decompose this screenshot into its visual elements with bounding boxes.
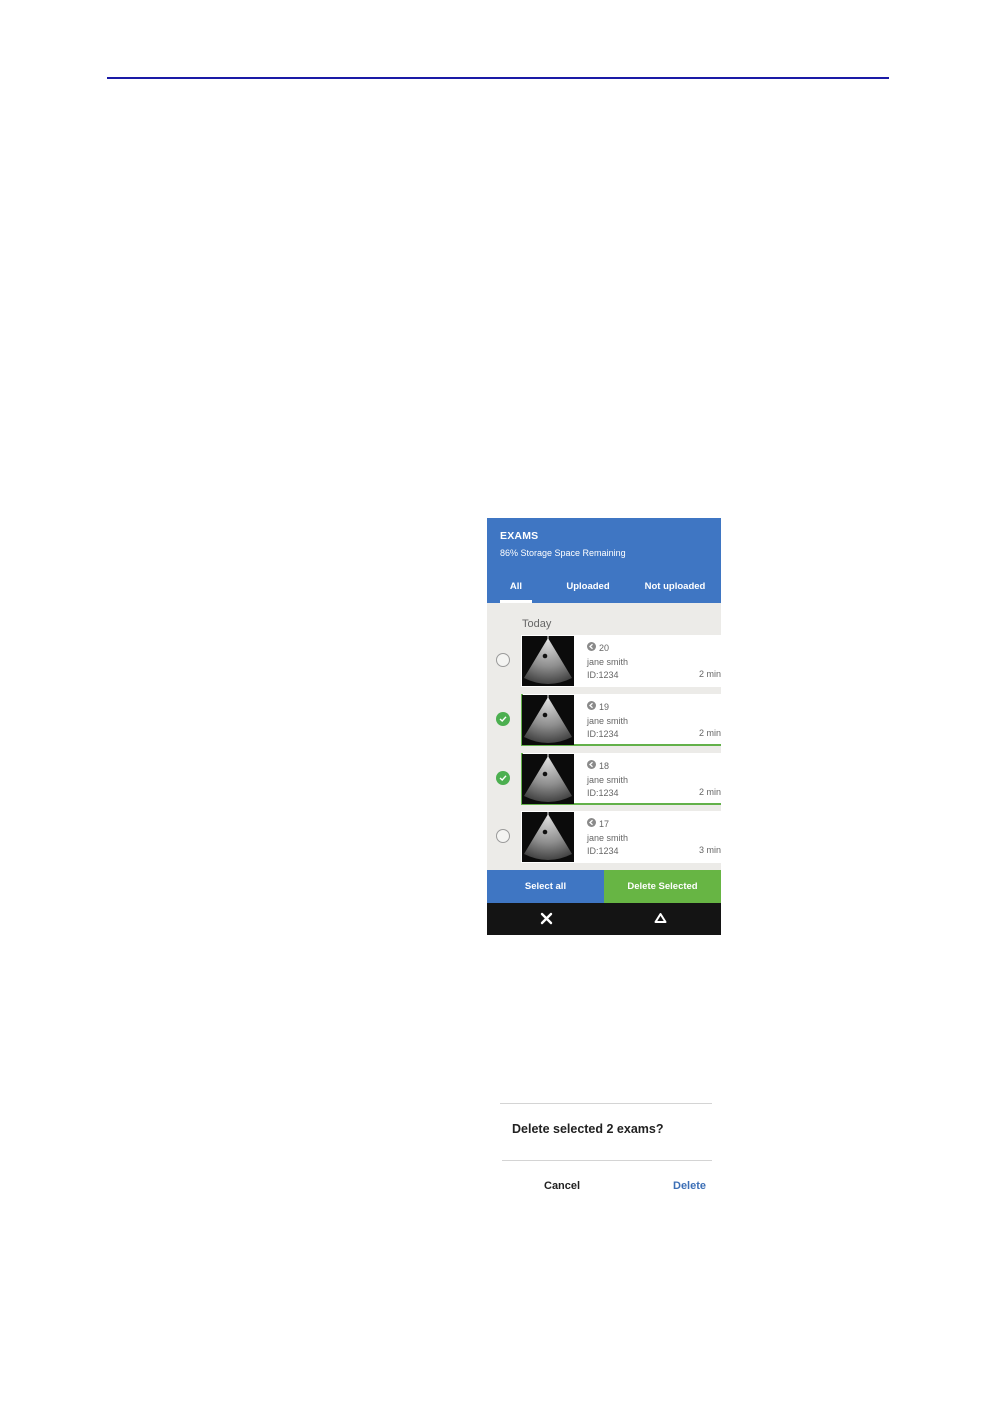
exam-row[interactable]: 19 jane smith ID:1234 2 min <box>487 694 721 748</box>
close-icon[interactable] <box>540 912 553 930</box>
exam-row[interactable]: 20 jane smith ID:1234 2 min <box>487 635 721 689</box>
exam-status-icon <box>587 642 596 656</box>
app-header: EXAMS 86% Storage Space Remaining <box>487 518 721 570</box>
patient-name: jane smith <box>587 832 629 843</box>
delete-selected-button[interactable]: Delete Selected <box>604 870 721 903</box>
patient-id: ID:1234 <box>587 670 619 680</box>
ultrasound-thumbnail <box>522 812 574 862</box>
patient-id: ID:1234 <box>587 788 619 798</box>
select-radio[interactable] <box>496 712 510 726</box>
select-all-button[interactable]: Select all <box>487 870 604 903</box>
exam-card[interactable]: 18 jane smith ID:1234 2 min <box>521 753 721 805</box>
exam-number: 17 <box>599 819 610 829</box>
system-nav-bar <box>487 903 721 935</box>
ultrasound-thumbnail <box>522 695 574 745</box>
exam-card[interactable]: 17 jane smith ID:1234 3 min <box>521 811 721 863</box>
exam-number: 20 <box>599 643 610 653</box>
exam-info: 19 jane smith ID:1234 <box>587 701 628 742</box>
select-radio[interactable] <box>496 653 510 667</box>
exam-row[interactable]: 17 jane smith ID:1234 3 min <box>487 811 721 865</box>
tab-not-uploaded[interactable]: Not uploaded <box>637 570 713 603</box>
tab-uploaded[interactable]: Uploaded <box>557 570 619 603</box>
tab-all[interactable]: All <box>500 570 532 603</box>
tab-bar: All Uploaded Not uploaded <box>487 570 721 603</box>
exam-info: 18 jane smith ID:1234 <box>587 760 628 801</box>
patient-name: jane smith <box>587 656 629 667</box>
exams-screen: EXAMS 86% Storage Space Remaining All Up… <box>487 518 721 935</box>
storage-status: 86% Storage Space Remaining <box>500 548 626 558</box>
patient-id: ID:1234 <box>587 846 619 856</box>
exam-number: 18 <box>599 761 610 771</box>
exam-row[interactable]: 18 jane smith ID:1234 2 min <box>487 753 721 807</box>
patient-id: ID:1234 <box>587 729 619 739</box>
delete-button[interactable]: Delete <box>673 1180 706 1192</box>
eject-icon[interactable] <box>654 912 667 930</box>
exam-duration: 2 min <box>698 787 721 797</box>
dialog-top-divider <box>500 1103 712 1104</box>
select-radio[interactable] <box>496 829 510 843</box>
ultrasound-thumbnail <box>522 754 574 804</box>
exam-card[interactable]: 19 jane smith ID:1234 2 min <box>521 694 721 746</box>
dialog-divider <box>502 1160 712 1161</box>
patient-name: jane smith <box>587 774 629 785</box>
screen-title: EXAMS <box>500 530 539 542</box>
exam-info: 17 jane smith ID:1234 <box>587 818 628 859</box>
select-radio[interactable] <box>496 771 510 785</box>
delete-confirm-message: Delete selected 2 exams? <box>512 1122 664 1136</box>
exam-status-icon <box>587 760 596 774</box>
exam-duration: 2 min <box>698 728 721 738</box>
cancel-button[interactable]: Cancel <box>544 1180 580 1192</box>
exam-number: 19 <box>599 702 610 712</box>
ultrasound-thumbnail <box>522 636 574 686</box>
page-header-rule <box>107 77 889 79</box>
exam-duration: 2 min <box>698 669 721 679</box>
exam-status-icon <box>587 818 596 832</box>
exam-status-icon <box>587 701 596 715</box>
section-label-today: Today <box>522 618 552 630</box>
exam-info: 20 jane smith ID:1234 <box>587 642 628 683</box>
exam-duration: 3 min <box>698 845 721 855</box>
patient-name: jane smith <box>587 715 629 726</box>
exam-card[interactable]: 20 jane smith ID:1234 2 min <box>521 635 721 687</box>
